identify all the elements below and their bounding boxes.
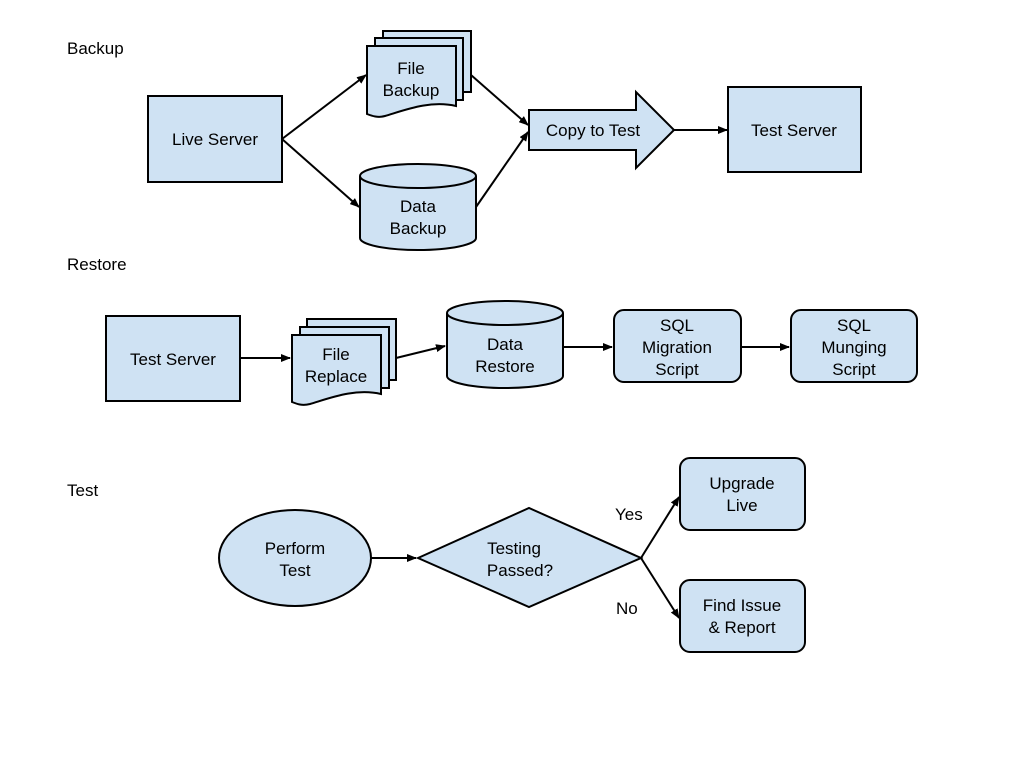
test-server-node-backup: Test Server: [727, 86, 862, 173]
file-backup-node: File Backup: [366, 30, 472, 118]
arrow-yes-to-upgrade: [640, 496, 680, 559]
data-restore-node: Data Restore: [446, 300, 564, 389]
svg-text:Data: Data: [400, 197, 436, 216]
section-label-backup: Backup: [67, 39, 124, 58]
svg-text:Testing: Testing: [487, 539, 541, 558]
flowchart: Backup Restore Test Live Server File Bac…: [67, 30, 918, 653]
upgrade-live-node: Upgrade Live: [679, 457, 806, 531]
perform-test-node: Perform Test: [218, 509, 372, 607]
svg-text:Test Server: Test Server: [130, 350, 216, 369]
svg-text:Test: Test: [279, 561, 310, 580]
svg-text:Migration: Migration: [642, 338, 712, 357]
svg-text:Find Issue: Find Issue: [703, 596, 781, 615]
no-label: No: [616, 599, 638, 618]
svg-text:Restore: Restore: [475, 357, 535, 376]
svg-text:SQL: SQL: [660, 316, 694, 335]
yes-label: Yes: [615, 505, 643, 524]
live-server-node: Live Server: [147, 95, 283, 183]
svg-text:Passed?: Passed?: [487, 561, 553, 580]
arrow-no-to-find-issue: [640, 557, 680, 619]
sql-munging-node: SQL Munging Script: [790, 309, 918, 383]
section-label-restore: Restore: [67, 255, 127, 274]
svg-text:Replace: Replace: [305, 367, 367, 386]
svg-text:SQL: SQL: [837, 316, 871, 335]
arrow-live-to-data-backup: [281, 138, 360, 208]
svg-text:Data: Data: [487, 335, 523, 354]
arrow-data-backup-to-copy: [475, 131, 529, 208]
test-server-node-restore: Test Server: [105, 315, 241, 402]
svg-text:Upgrade: Upgrade: [709, 474, 774, 493]
copy-to-test-node: Copy to Test: [528, 89, 676, 171]
svg-text:Backup: Backup: [390, 219, 447, 238]
svg-text:Live: Live: [726, 496, 757, 515]
svg-text:Script: Script: [655, 360, 699, 379]
svg-text:Perform: Perform: [265, 539, 325, 558]
section-label-test: Test: [67, 481, 98, 500]
svg-text:Copy to Test: Copy to Test: [546, 121, 640, 140]
file-replace-node: File Replace: [291, 318, 397, 406]
svg-text:& Report: & Report: [708, 618, 775, 637]
svg-text:File: File: [397, 59, 424, 78]
arrow-live-to-file-backup: [281, 74, 367, 140]
find-issue-node: Find Issue & Report: [679, 579, 806, 653]
svg-text:File: File: [322, 345, 349, 364]
svg-text:Live Server: Live Server: [172, 130, 258, 149]
arrow-file-backup-to-copy: [470, 74, 529, 126]
svg-text:Test Server: Test Server: [751, 121, 837, 140]
sql-migration-node: SQL Migration Script: [613, 309, 742, 383]
svg-text:Munging: Munging: [821, 338, 886, 357]
data-backup-node: Data Backup: [359, 163, 477, 251]
arrow-file-replace-to-data-restore: [395, 344, 446, 359]
svg-text:Script: Script: [832, 360, 876, 379]
svg-text:Backup: Backup: [383, 81, 440, 100]
testing-passed-decision: Testing Passed?: [415, 506, 644, 609]
